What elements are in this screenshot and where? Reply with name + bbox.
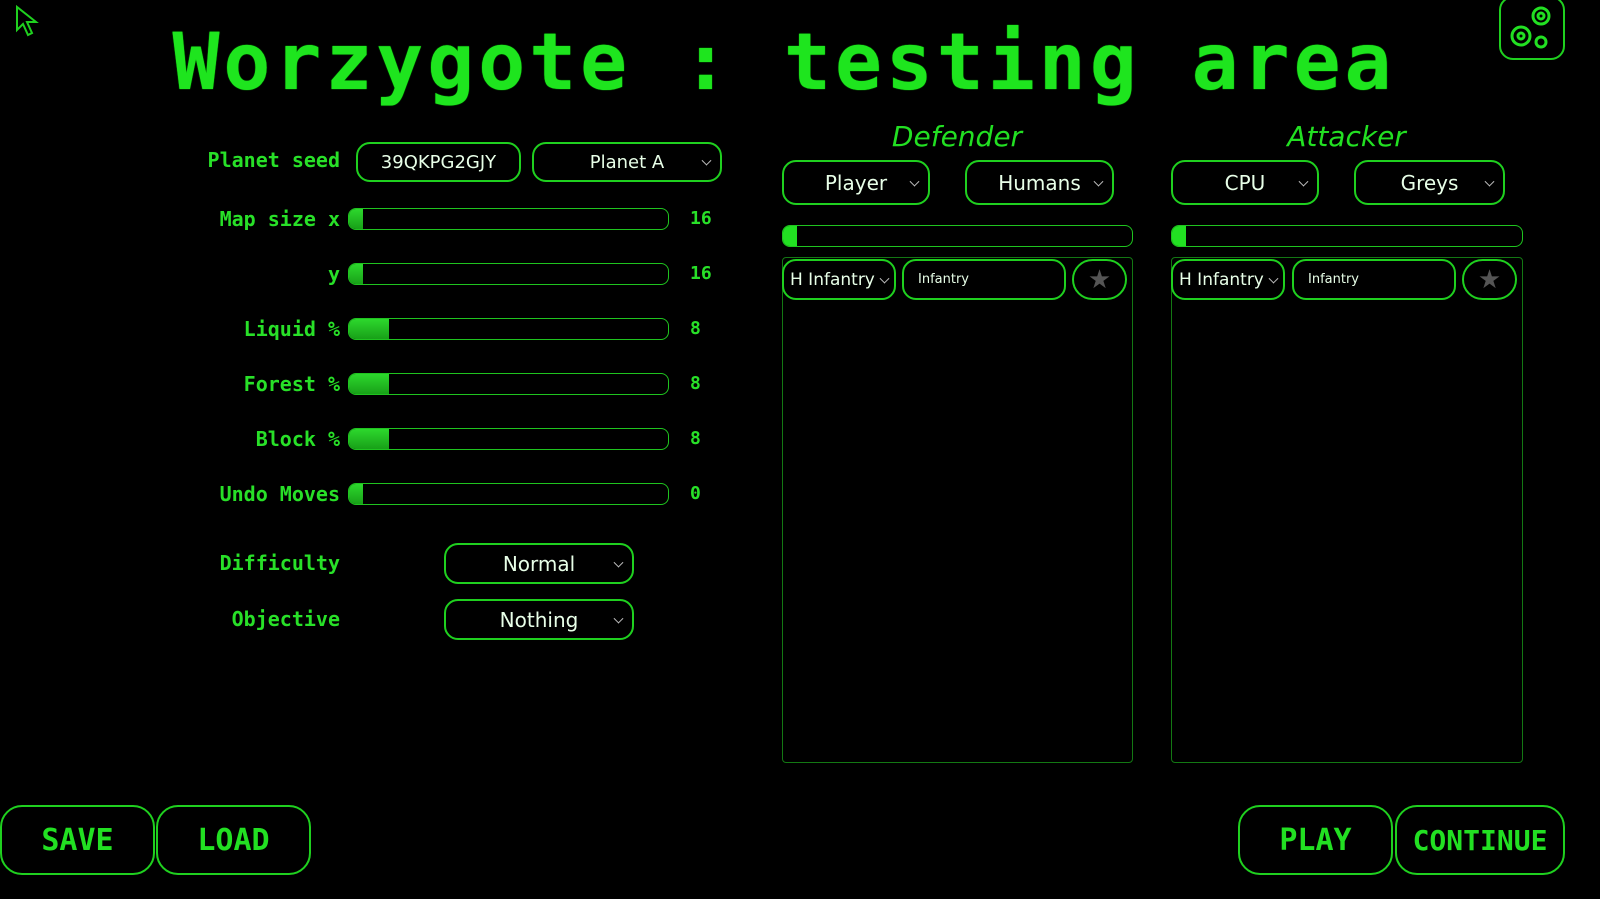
defender-budget-knob[interactable] <box>783 226 797 246</box>
chevron-down-icon <box>1268 273 1279 284</box>
slider-label: Undo Moves <box>219 482 340 506</box>
star-icon: ★ <box>1477 264 1502 295</box>
slider-label: Block % <box>255 427 340 451</box>
setting-slider[interactable] <box>348 483 669 505</box>
chevron-down-icon <box>613 557 624 568</box>
slider-value: 8 <box>690 318 701 339</box>
slider-label: Forest % <box>243 372 340 396</box>
setting-slider[interactable] <box>348 373 669 395</box>
attacker-unit-type-value: H Infantry <box>1179 269 1264 290</box>
attacker-unit-type-select[interactable]: H Infantry <box>1171 259 1285 300</box>
attacker-unit-list <box>1171 257 1523 763</box>
slider-value: 8 <box>690 373 701 394</box>
game-screen: Worzygote : testing area Planet seed 39Q… <box>0 0 1568 881</box>
objective-select[interactable]: Nothing <box>444 599 634 640</box>
star-icon: ★ <box>1087 264 1112 295</box>
difficulty-select[interactable]: Normal <box>444 543 634 584</box>
objective-label: Objective <box>231 607 340 631</box>
attacker-controller-select[interactable]: CPU <box>1171 160 1319 205</box>
defender-title: Defender <box>891 120 1023 153</box>
slider-fill[interactable] <box>349 484 363 504</box>
defender-unit-type-select[interactable]: H Infantry <box>782 259 896 300</box>
attacker-controller-value: CPU <box>1224 170 1266 195</box>
attacker-faction-select[interactable]: Greys <box>1354 160 1505 205</box>
attacker-unit-name-value: Infantry <box>1308 272 1359 287</box>
defender-faction-value: Humans <box>998 170 1081 195</box>
slider-fill[interactable] <box>349 374 389 394</box>
planet-seed-label: Planet seed <box>207 148 340 172</box>
attacker-favorite-button[interactable]: ★ <box>1462 259 1517 300</box>
chevron-down-icon <box>701 155 712 166</box>
planet-type-select[interactable]: Planet A <box>532 142 722 182</box>
slider-fill[interactable] <box>349 319 389 339</box>
slider-value: 8 <box>690 428 701 449</box>
save-button[interactable]: SAVE <box>0 805 155 875</box>
objective-value: Nothing <box>499 607 579 632</box>
setting-slider[interactable] <box>348 208 669 230</box>
chevron-down-icon <box>1484 176 1495 187</box>
setting-slider[interactable] <box>348 318 669 340</box>
attacker-faction-value: Greys <box>1400 170 1459 195</box>
defender-controller-value: Player <box>824 170 888 195</box>
attacker-unit-name-input[interactable]: Infantry <box>1292 259 1456 300</box>
chevron-down-icon <box>613 613 624 624</box>
attacker-budget-slider[interactable] <box>1171 225 1523 247</box>
planet-seed-input[interactable]: 39QKPG2GJY <box>356 142 521 182</box>
attacker-budget-knob[interactable] <box>1172 226 1186 246</box>
defender-faction-select[interactable]: Humans <box>965 160 1114 205</box>
planet-type-value: Planet A <box>589 151 665 173</box>
continue-button[interactable]: CONTINUE <box>1395 805 1565 875</box>
slider-label: Map size x <box>219 207 340 231</box>
chevron-down-icon <box>879 273 890 284</box>
load-button[interactable]: LOAD <box>156 805 311 875</box>
difficulty-value: Normal <box>502 551 576 576</box>
defender-budget-slider[interactable] <box>782 225 1133 247</box>
planet-seed-value: 39QKPG2GJY <box>380 151 497 173</box>
attacker-title: Attacker <box>1287 120 1406 153</box>
slider-value: 16 <box>690 263 712 284</box>
chevron-down-icon <box>1298 176 1309 187</box>
slider-label: Liquid % <box>243 317 340 341</box>
defender-controller-select[interactable]: Player <box>782 160 930 205</box>
slider-value: 0 <box>690 483 701 504</box>
difficulty-label: Difficulty <box>219 551 340 575</box>
defender-unit-list <box>782 257 1133 763</box>
defender-unit-name-value: Infantry <box>918 272 969 287</box>
slider-fill[interactable] <box>349 264 363 284</box>
slider-label: y <box>327 262 340 286</box>
slider-fill[interactable] <box>349 429 389 449</box>
slider-fill[interactable] <box>349 209 363 229</box>
defender-unit-name-input[interactable]: Infantry <box>902 259 1066 300</box>
play-button[interactable]: PLAY <box>1238 805 1393 875</box>
defender-unit-type-value: H Infantry <box>790 269 875 290</box>
setting-slider[interactable] <box>348 428 669 450</box>
page-title: Worzygote : testing area <box>172 18 1396 108</box>
chevron-down-icon <box>909 176 920 187</box>
setting-slider[interactable] <box>348 263 669 285</box>
slider-value: 16 <box>690 208 712 229</box>
defender-favorite-button[interactable]: ★ <box>1072 259 1127 300</box>
chevron-down-icon <box>1093 176 1104 187</box>
